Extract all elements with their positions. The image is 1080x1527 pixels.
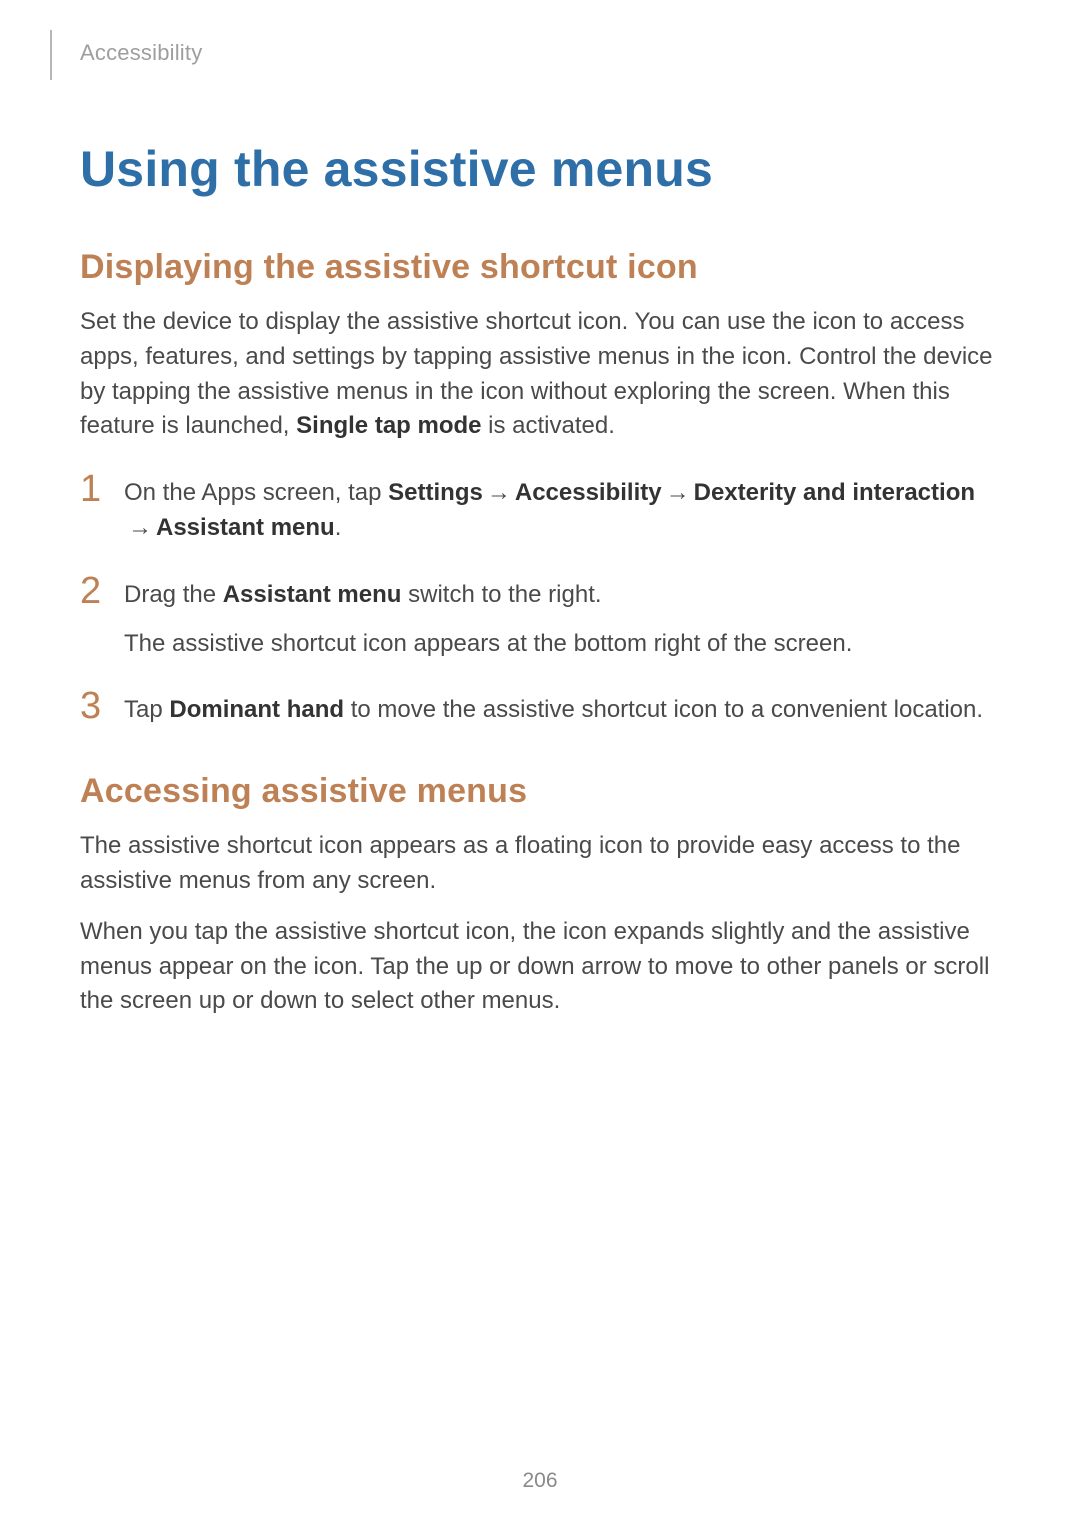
page-title: Using the assistive menus xyxy=(80,140,1000,198)
step-text: switch to the right. xyxy=(401,581,601,608)
step-text: . xyxy=(335,514,342,541)
step-body: Drag the Assistant menu switch to the ri… xyxy=(124,572,1000,662)
step-1: 1 On the Apps screen, tap Settings → Acc… xyxy=(80,470,1000,546)
step-bold-dominant-hand: Dominant hand xyxy=(169,696,344,723)
section-heading-accessing: Accessing assistive menus xyxy=(80,772,1000,811)
step-bold-assistant-menu: Assistant menu xyxy=(156,514,335,541)
section2-para2: When you tap the assistive shortcut icon… xyxy=(80,915,1000,1019)
section-heading-displaying: Displaying the assistive shortcut icon xyxy=(80,248,1000,287)
intro-text-post: is activated. xyxy=(482,412,615,439)
step-3: 3 Tap Dominant hand to move the assistiv… xyxy=(80,687,1000,728)
step-2: 2 Drag the Assistant menu switch to the … xyxy=(80,572,1000,662)
arrow-icon: → xyxy=(662,476,694,511)
header-rule-icon xyxy=(50,30,52,80)
step-number: 2 xyxy=(80,572,124,610)
step-number: 3 xyxy=(80,687,124,725)
arrow-icon: → xyxy=(124,511,156,546)
step-text: Drag the xyxy=(124,581,223,608)
step-body: Tap Dominant hand to move the assistive … xyxy=(124,687,1000,728)
arrow-icon: → xyxy=(483,476,515,511)
section-label: Accessibility xyxy=(80,30,1000,66)
step-text: to move the assistive shortcut icon to a… xyxy=(344,696,983,723)
page-number: 206 xyxy=(0,1469,1080,1493)
step-bold-accessibility: Accessibility xyxy=(515,479,662,506)
step-text: The assistive shortcut icon appears at t… xyxy=(124,627,1000,662)
intro-bold-single-tap-mode: Single tap mode xyxy=(296,412,481,439)
step-body: On the Apps screen, tap Settings → Acces… xyxy=(124,470,1000,546)
step-bold-assistant-menu: Assistant menu xyxy=(223,581,402,608)
intro-paragraph: Set the device to display the assistive … xyxy=(80,305,1000,444)
step-text: Tap xyxy=(124,696,169,723)
page: Accessibility Using the assistive menus … xyxy=(0,0,1080,1527)
step-bold-dexterity: Dexterity and interaction xyxy=(694,479,975,506)
step-list: 1 On the Apps screen, tap Settings → Acc… xyxy=(80,470,1000,728)
step-bold-settings: Settings xyxy=(388,479,483,506)
step-text: On the Apps screen, tap xyxy=(124,479,388,506)
section2-para1: The assistive shortcut icon appears as a… xyxy=(80,829,1000,899)
step-number: 1 xyxy=(80,470,124,508)
page-header: Accessibility xyxy=(80,30,1000,80)
